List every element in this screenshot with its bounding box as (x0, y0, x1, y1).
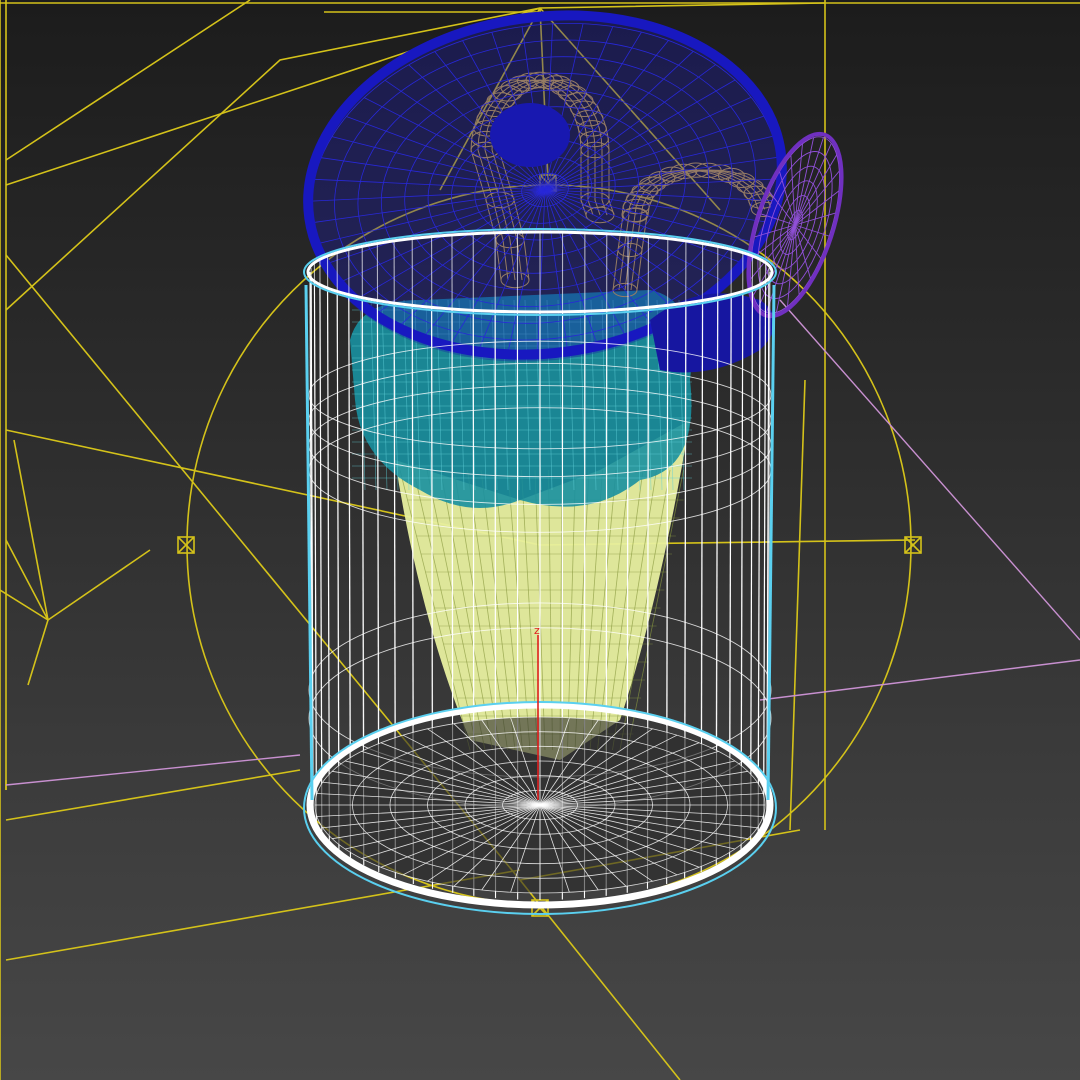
viewport-scene[interactable]: z (0, 0, 1080, 1080)
3d-viewport[interactable]: z (0, 0, 1080, 1080)
z-axis-label: z (534, 624, 540, 637)
